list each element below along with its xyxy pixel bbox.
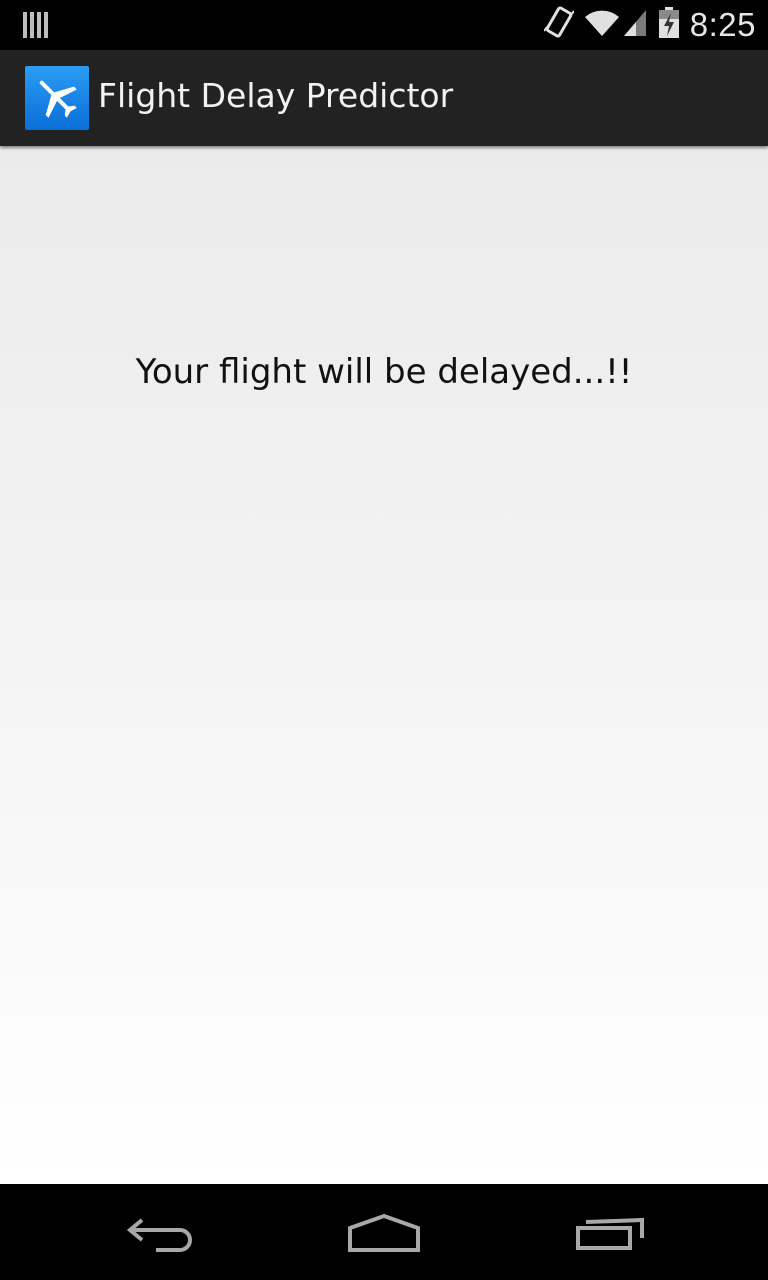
main-content: Your flight will be delayed...!! — [0, 146, 768, 1184]
notification-bars-icon — [22, 10, 50, 40]
prediction-result-text: Your flight will be delayed...!! — [135, 352, 633, 392]
back-icon — [126, 1218, 192, 1252]
recents-icon — [576, 1217, 644, 1250]
battery-icon — [658, 7, 680, 43]
app-title: Flight Delay Predictor — [98, 76, 454, 115]
status-icons: 8:25 — [534, 6, 756, 44]
recents-button[interactable] — [560, 1202, 680, 1262]
airplane-icon[interactable] — [25, 66, 89, 130]
navigation-bar — [0, 1184, 768, 1280]
status-bar: 8:25 — [0, 0, 768, 50]
status-clock: 8:25 — [689, 6, 756, 43]
vibrate-icon — [542, 5, 575, 45]
wifi-icon — [584, 8, 620, 42]
action-bar: Flight Delay Predictor — [0, 50, 768, 146]
signal-icon — [622, 8, 648, 42]
home-icon — [348, 1213, 420, 1252]
home-button[interactable] — [328, 1202, 448, 1262]
back-button[interactable] — [112, 1202, 232, 1262]
phone-screen: 8:25 Flight Delay Predictor Your flight … — [0, 0, 768, 1280]
